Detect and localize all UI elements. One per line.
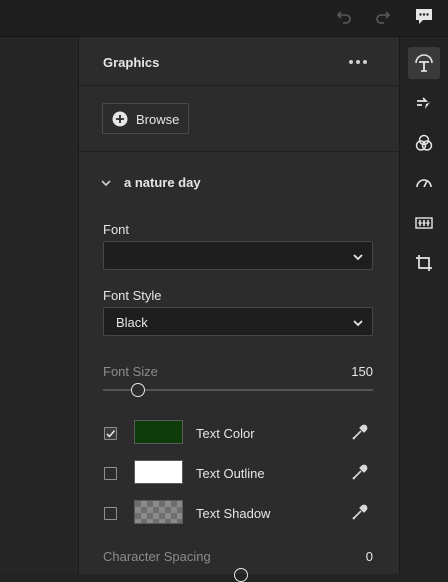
browse-label: Browse (136, 112, 180, 127)
crop-icon[interactable] (408, 247, 440, 279)
redo-icon[interactable] (371, 4, 395, 28)
font-size-slider-thumb[interactable] (131, 383, 146, 397)
font-style-label: Font Style (103, 288, 162, 303)
transitions-icon[interactable] (408, 87, 440, 119)
font-dropdown[interactable] (103, 241, 373, 270)
browse-button[interactable]: Browse (102, 103, 189, 134)
text-outline-checkbox[interactable] (104, 467, 117, 480)
left-empty-area (0, 37, 78, 574)
font-size-label: Font Size (103, 364, 158, 379)
undo-icon[interactable] (332, 4, 356, 28)
color-icon[interactable] (408, 127, 440, 159)
top-bar (0, 0, 448, 37)
speed-icon[interactable] (408, 167, 440, 199)
check-icon (106, 429, 116, 438)
graphics-panel: Graphics Browse a nature day Font Font S… (78, 37, 399, 582)
text-shadow-swatch[interactable] (134, 500, 183, 524)
layer-header[interactable]: a nature day (99, 174, 359, 192)
divider (79, 85, 399, 86)
add-circle-icon (112, 111, 128, 127)
text-outline-swatch[interactable] (134, 460, 183, 484)
text-shadow-label: Text Shadow (196, 506, 271, 521)
eyedropper-icon[interactable] (351, 503, 369, 521)
chevron-down-icon (99, 176, 113, 190)
character-spacing-value[interactable]: 0 (343, 549, 373, 564)
ellipsis-icon[interactable] (348, 55, 368, 69)
divider (79, 151, 399, 152)
eyedropper-icon[interactable] (351, 423, 369, 441)
character-spacing-label: Character Spacing (103, 549, 211, 564)
text-color-label: Text Color (196, 426, 255, 441)
layer-name: a nature day (124, 175, 201, 190)
text-shadow-checkbox[interactable] (104, 507, 117, 520)
font-label: Font (103, 222, 130, 237)
panel-title: Graphics (103, 55, 160, 70)
font-style-dropdown[interactable]: Black (103, 307, 373, 336)
text-outline-label: Text Outline (196, 466, 265, 481)
text-graphics-icon[interactable] (408, 47, 440, 79)
character-spacing-slider-thumb[interactable] (234, 568, 248, 582)
font-style-value: Black (116, 315, 148, 330)
chevron-down-icon (352, 316, 364, 328)
font-size-value[interactable]: 150 (343, 364, 373, 379)
chevron-down-icon (352, 250, 364, 262)
tool-rail (399, 37, 448, 574)
text-color-swatch[interactable] (134, 420, 183, 444)
comment-icon[interactable] (412, 4, 436, 28)
audio-levels-icon[interactable] (408, 207, 440, 239)
eyedropper-icon[interactable] (351, 463, 369, 481)
text-color-checkbox[interactable] (104, 427, 117, 440)
